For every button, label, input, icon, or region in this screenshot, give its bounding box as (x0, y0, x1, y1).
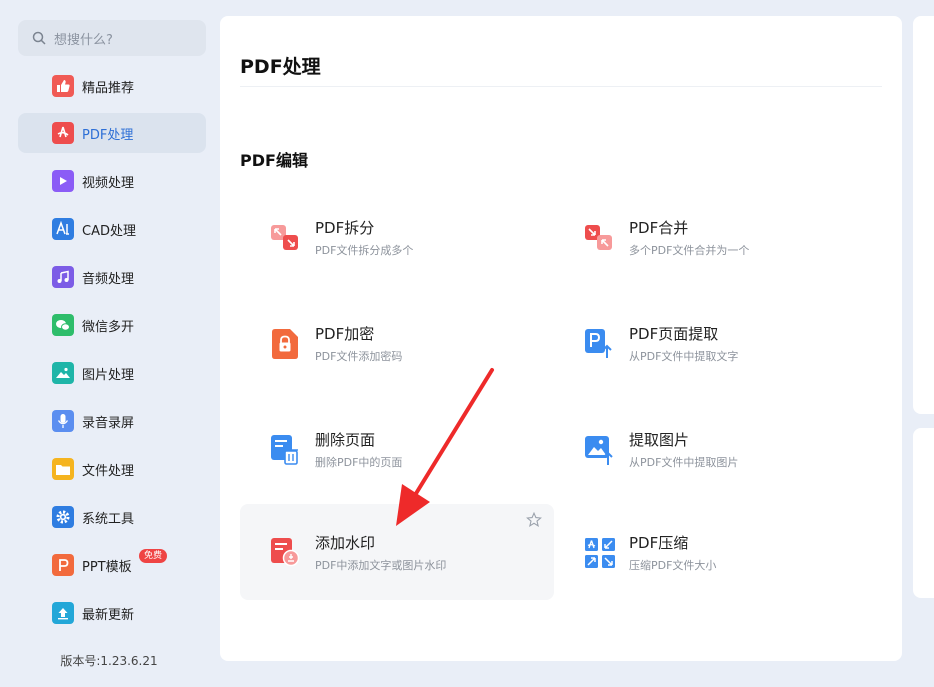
pdf-split-icon (270, 222, 300, 252)
tool-name: 提取图片 (629, 430, 690, 449)
right-panel-top (913, 16, 934, 414)
ppt-icon (52, 554, 74, 576)
tool-name: PDF拆分 (315, 218, 375, 237)
main-panel: PDF处理 PDF编辑 PDF拆分 PDF文件拆分成多个 PDF合并 多个PDF… (220, 16, 902, 661)
divider (240, 86, 882, 87)
sidebar-item-video[interactable]: 视频处理 (18, 161, 206, 201)
tool-desc: 压缩PDF文件大小 (629, 558, 717, 572)
pdf-compress-icon (584, 537, 615, 568)
sidebar-item-label: CAD处理 (82, 223, 136, 239)
right-panel-bottom (913, 428, 934, 598)
free-badge: 免费 (139, 549, 168, 563)
sidebar-item-pdf[interactable]: PDF处理 (18, 113, 206, 153)
cad-icon (52, 218, 74, 240)
pdf-merge-icon (584, 222, 614, 252)
version-label: 版本号:1.23.6.21 (60, 654, 158, 668)
tool-desc: 从PDF文件中提取图片 (629, 455, 739, 469)
tool-name: PDF加密 (315, 324, 375, 343)
video-play-icon (52, 170, 74, 192)
wechat-icon (52, 314, 74, 336)
tool-desc: PDF文件添加密码 (315, 349, 403, 363)
pdf-page-extract-icon (584, 328, 614, 358)
section-title: PDF编辑 (240, 151, 308, 170)
music-note-icon (52, 266, 74, 288)
tool-pdf-page-extract[interactable]: PDF页面提取 从PDF文件中提取文字 (554, 295, 868, 391)
tool-add-watermark[interactable]: 添加水印 PDF中添加文字或图片水印 (240, 504, 554, 600)
tool-name: PDF压缩 (629, 533, 689, 552)
page-title: PDF处理 (240, 56, 321, 78)
folder-icon (52, 458, 74, 480)
search-placeholder: 想搜什么? (54, 32, 113, 48)
sidebar-item-image[interactable]: 图片处理 (18, 353, 206, 393)
sidebar-item-label: 音频处理 (82, 271, 135, 287)
tool-desc: 多个PDF文件合并为一个 (629, 243, 750, 257)
image-icon (52, 362, 74, 384)
sidebar-item-label: 视频处理 (82, 175, 135, 191)
sidebar-item-label: 文件处理 (82, 463, 135, 479)
extract-image-icon (584, 434, 614, 465)
tool-desc: PDF文件拆分成多个 (315, 243, 414, 257)
microphone-icon (52, 410, 74, 432)
sidebar-item-ppt-templates[interactable]: PPT模板 免费 (18, 545, 206, 585)
sidebar-item-label: PPT模板 (82, 559, 132, 575)
upload-icon (52, 602, 74, 624)
sidebar-item-recording[interactable]: 录音录屏 (18, 401, 206, 441)
sidebar-item-label: 最新更新 (82, 607, 135, 623)
sidebar-item-label: 系统工具 (82, 511, 135, 527)
pdf-icon (52, 122, 74, 144)
search-input[interactable]: 想搜什么? (18, 20, 206, 56)
sidebar-item-system-tools[interactable]: 系统工具 (18, 497, 206, 537)
tool-name: 删除页面 (315, 430, 376, 449)
sidebar-item-wechat[interactable]: 微信多开 (18, 305, 206, 345)
tool-pdf-split[interactable]: PDF拆分 PDF文件拆分成多个 (240, 189, 554, 285)
tool-desc: PDF中添加文字或图片水印 (315, 558, 447, 572)
pdf-lock-icon (270, 328, 300, 359)
thumbs-up-icon (52, 75, 74, 97)
tool-desc: 删除PDF中的页面 (315, 455, 403, 469)
tool-extract-image[interactable]: 提取图片 从PDF文件中提取图片 (554, 401, 868, 497)
sidebar-item-files[interactable]: 文件处理 (18, 449, 206, 489)
favorite-star-icon[interactable] (526, 511, 542, 532)
sidebar-item-label: PDF处理 (82, 127, 134, 143)
tool-desc: 从PDF文件中提取文字 (629, 349, 739, 363)
watermark-icon (270, 537, 300, 567)
sidebar-item-updates[interactable]: 最新更新 (18, 593, 206, 633)
tool-name: PDF合并 (629, 218, 689, 237)
sidebar-item-label: 录音录屏 (82, 415, 135, 431)
tool-pdf-compress[interactable]: PDF压缩 压缩PDF文件大小 (554, 504, 868, 600)
tool-pdf-encrypt[interactable]: PDF加密 PDF文件添加密码 (240, 295, 554, 391)
delete-page-icon (270, 434, 300, 465)
sidebar-item-audio[interactable]: 音频处理 (18, 257, 206, 297)
sidebar-item-cad[interactable]: CAD处理 (18, 209, 206, 249)
sidebar-item-label: 精品推荐 (82, 80, 135, 96)
sidebar: 想搜什么? 精品推荐 PDF处理 视频处理 CAD处理 音频处理 微信多开 图片… (0, 0, 220, 687)
sidebar-item-label: 图片处理 (82, 367, 135, 383)
sidebar-item-label: 微信多开 (82, 319, 135, 335)
search-icon (32, 31, 46, 45)
tool-name: PDF页面提取 (629, 324, 719, 343)
gear-icon (52, 506, 74, 528)
tool-pdf-merge[interactable]: PDF合并 多个PDF文件合并为一个 (554, 189, 868, 285)
sidebar-item-featured[interactable]: 精品推荐 (18, 66, 206, 106)
tool-name: 添加水印 (315, 533, 376, 552)
tool-delete-page[interactable]: 删除页面 删除PDF中的页面 (240, 401, 554, 497)
